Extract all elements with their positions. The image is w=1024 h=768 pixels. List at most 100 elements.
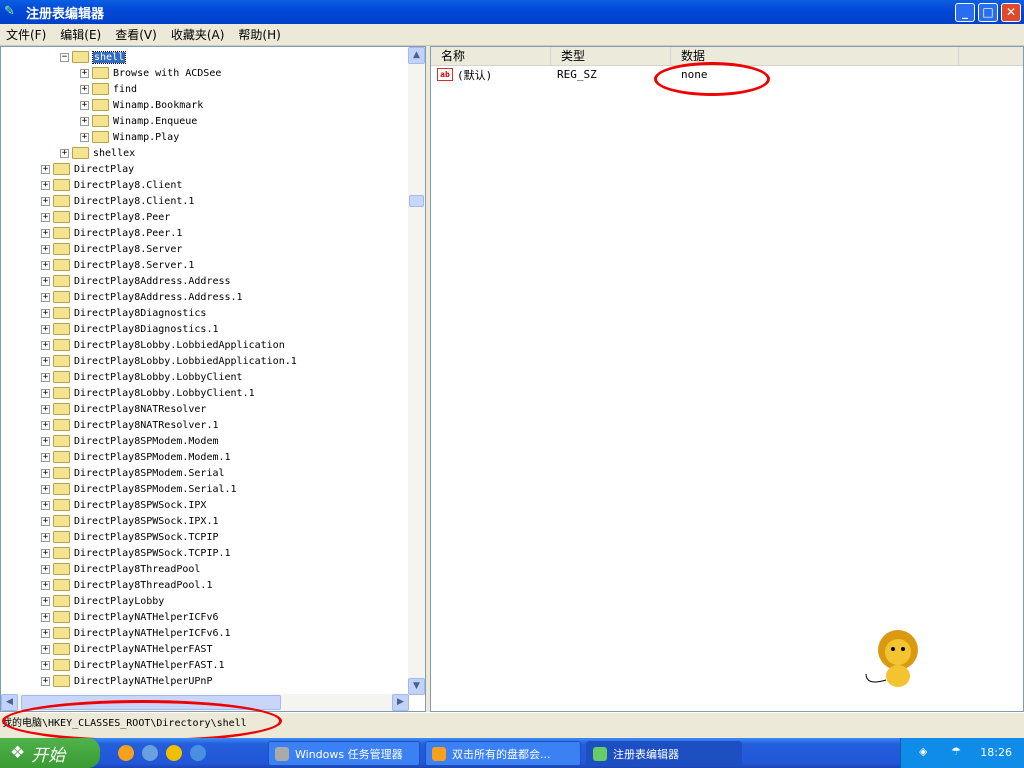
scroll-thumb[interactable] <box>409 195 424 207</box>
tree-node[interactable]: + DirectPlay <box>41 161 134 177</box>
expand-icon[interactable]: + <box>41 180 50 190</box>
tree-vertical-scrollbar[interactable]: ▲ ▼ <box>408 47 425 695</box>
expand-icon[interactable]: + <box>80 132 89 142</box>
menu-file[interactable]: 文件(F) <box>6 26 46 43</box>
clock[interactable]: 18:26 <box>980 746 1012 759</box>
tree-node[interactable]: + DirectPlay8ThreadPool.1 <box>41 577 212 593</box>
tree-node[interactable]: + DirectPlay8Lobby.LobbiedApplication.1 <box>41 353 297 369</box>
expand-icon[interactable]: + <box>41 660 50 670</box>
tree-node[interactable]: + DirectPlayNATHelperICFv6.1 <box>41 625 231 641</box>
expand-icon[interactable]: + <box>41 564 50 574</box>
col-type[interactable]: 类型 <box>551 47 671 65</box>
expand-icon[interactable]: + <box>41 404 50 414</box>
tree-node[interactable]: + DirectPlayNATHelperUPnP <box>41 673 212 689</box>
tree-node[interactable]: + DirectPlay8Address.Address.1 <box>41 289 243 305</box>
scroll-left-button[interactable]: ◀ <box>1 694 18 711</box>
expand-icon[interactable]: + <box>41 596 50 606</box>
tree-node[interactable]: + DirectPlay8Lobby.LobbiedApplication <box>41 337 285 353</box>
expand-icon[interactable]: + <box>41 212 50 222</box>
tree-node[interactable]: + DirectPlay8.Peer <box>41 209 170 225</box>
browser-icon[interactable] <box>118 745 134 761</box>
tree-node[interactable]: + Winamp.Enqueue <box>80 113 197 129</box>
expand-icon[interactable]: + <box>41 612 50 622</box>
menu-view[interactable]: 查看(V) <box>115 26 157 43</box>
tree-node[interactable]: + DirectPlayNATHelperFAST <box>41 641 212 657</box>
expand-icon[interactable]: + <box>41 420 50 430</box>
expand-icon[interactable]: + <box>41 324 50 334</box>
tree-node[interactable]: + find <box>80 81 137 97</box>
expand-icon[interactable]: + <box>41 580 50 590</box>
media-player-icon[interactable] <box>166 745 182 761</box>
tree-node[interactable]: + DirectPlay8SPModem.Modem.1 <box>41 449 231 465</box>
scroll-up-button[interactable]: ▲ <box>408 47 425 64</box>
network-icon[interactable]: ◈ <box>919 745 927 758</box>
tree-node[interactable]: + DirectPlay8SPModem.Serial.1 <box>41 481 237 497</box>
tree-node[interactable]: + DirectPlay8SPWSock.IPX.1 <box>41 513 219 529</box>
menu-favorites[interactable]: 收藏夹(A) <box>171 26 225 43</box>
tree-node[interactable]: + DirectPlay8NATResolver.1 <box>41 417 219 433</box>
tree-node[interactable]: + DirectPlay8.Peer.1 <box>41 225 182 241</box>
tree-node[interactable]: + DirectPlay8SPWSock.TCPIP <box>41 529 219 545</box>
expand-icon[interactable]: + <box>41 164 50 174</box>
expand-icon[interactable]: + <box>41 436 50 446</box>
task-task-manager[interactable]: Windows 任务管理器 <box>268 741 420 766</box>
expand-icon[interactable]: + <box>80 84 89 94</box>
expand-icon[interactable]: + <box>41 292 50 302</box>
expand-icon[interactable]: + <box>41 484 50 494</box>
task-regedit[interactable]: 注册表编辑器 <box>586 741 742 766</box>
tree-node[interactable]: + DirectPlay8ThreadPool <box>41 561 200 577</box>
tree-node[interactable]: + DirectPlay8SPModem.Serial <box>41 465 225 481</box>
close-button[interactable]: ✕ <box>1001 3 1021 22</box>
expand-icon[interactable]: + <box>60 148 69 158</box>
tree-node[interactable]: + DirectPlay8.Client.1 <box>41 193 194 209</box>
expand-icon[interactable]: + <box>41 500 50 510</box>
tree-node[interactable]: + DirectPlay8Address.Address <box>41 273 231 289</box>
tree-node[interactable]: + Winamp.Bookmark <box>80 97 203 113</box>
col-name[interactable]: 名称 <box>431 47 551 65</box>
tree-node[interactable]: + DirectPlay8Diagnostics <box>41 305 206 321</box>
quicklaunch-icon[interactable] <box>142 745 158 761</box>
tree-node[interactable]: − shell <box>60 49 127 65</box>
start-button[interactable]: ❖ 开始 <box>0 738 100 768</box>
tree-node[interactable]: + DirectPlay8SPWSock.IPX <box>41 497 206 513</box>
expand-icon[interactable]: + <box>41 228 50 238</box>
scroll-down-button[interactable]: ▼ <box>408 678 425 695</box>
scroll-right-button[interactable]: ▶ <box>392 694 409 711</box>
tree-node[interactable]: + DirectPlay8.Client <box>41 177 182 193</box>
expand-icon[interactable]: + <box>41 516 50 526</box>
maximize-button[interactable]: □ <box>978 3 998 22</box>
expand-icon[interactable]: + <box>41 276 50 286</box>
expand-icon[interactable]: + <box>41 452 50 462</box>
expand-icon[interactable]: + <box>41 260 50 270</box>
tree-node[interactable]: + DirectPlayNATHelperICFv6 <box>41 609 219 625</box>
expand-icon[interactable]: + <box>41 244 50 254</box>
collapse-icon[interactable]: − <box>60 52 69 62</box>
tree-node[interactable]: + DirectPlay8SPModem.Modem <box>41 433 219 449</box>
expand-icon[interactable]: + <box>41 196 50 206</box>
expand-icon[interactable]: + <box>41 340 50 350</box>
tree-node[interactable]: + DirectPlayLobby <box>41 593 164 609</box>
tree-node[interactable]: + DirectPlay8.Server.1 <box>41 257 194 273</box>
tree-node[interactable]: + Browse with ACDSee <box>80 65 221 81</box>
tree-node[interactable]: + Winamp.Play <box>80 129 179 145</box>
expand-icon[interactable]: + <box>41 532 50 542</box>
tree-node[interactable]: + DirectPlay8SPWSock.TCPIP.1 <box>41 545 231 561</box>
tree-node[interactable]: + DirectPlayNATHelperFAST.1 <box>41 657 225 673</box>
tree-node[interactable]: + DirectPlay8.Server <box>41 241 182 257</box>
expand-icon[interactable]: + <box>41 548 50 558</box>
expand-icon[interactable]: + <box>41 676 50 686</box>
menu-edit[interactable]: 编辑(E) <box>60 26 101 43</box>
umbrella-icon[interactable]: ☂ <box>951 745 961 758</box>
minimize-button[interactable]: _ <box>955 3 975 22</box>
menu-help[interactable]: 帮助(H) <box>238 26 280 43</box>
tree-node[interactable]: + DirectPlay8Diagnostics.1 <box>41 321 219 337</box>
expand-icon[interactable]: + <box>80 100 89 110</box>
expand-icon[interactable]: + <box>80 68 89 78</box>
registry-tree[interactable]: − shell + Browse with ACDSee + find + Winamp.Bo… <box>0 46 426 712</box>
tree-node[interactable]: + DirectPlay8Lobby.LobbyClient.1 <box>41 385 255 401</box>
expand-icon[interactable]: + <box>41 388 50 398</box>
expand-icon[interactable]: + <box>41 356 50 366</box>
tree-node[interactable]: + DirectPlay8Lobby.LobbyClient <box>41 369 243 385</box>
expand-icon[interactable]: + <box>41 468 50 478</box>
expand-icon[interactable]: + <box>41 372 50 382</box>
